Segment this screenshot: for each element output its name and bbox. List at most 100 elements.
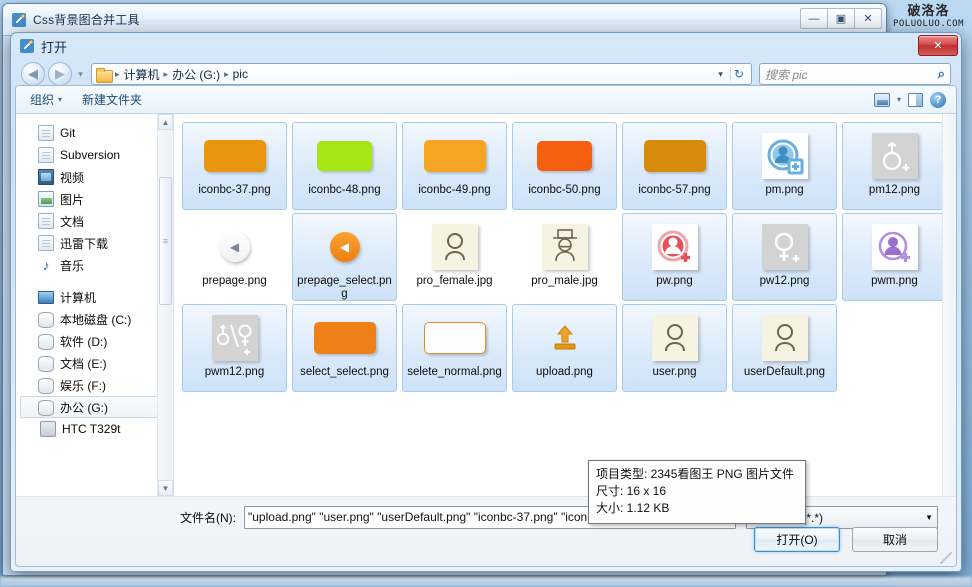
background-window-title: Css背景图合并工具: [33, 13, 140, 27]
file-tile[interactable]: pwm12.png: [182, 304, 287, 392]
file-tile[interactable]: ◀ prepage.png: [182, 213, 287, 301]
tooltip-filesize-line: 大小: 1.12 KB: [596, 501, 670, 515]
open-button[interactable]: 打开(O): [754, 527, 840, 552]
back-button[interactable]: ◀: [21, 62, 45, 86]
nav-item-music[interactable]: ♪ 音乐: [16, 254, 173, 276]
person-add-red-icon: [651, 224, 698, 270]
breadcrumb-separator: ▸: [115, 68, 120, 79]
doc-icon: [38, 213, 54, 229]
nav-item-local-disk-c[interactable]: 本地磁盘 (C:): [16, 308, 173, 330]
navigation-pane: Git Subversion 视频 图片 文档 迅雷下载 ♪ 音乐 计算机 本地…: [16, 114, 174, 496]
file-tile[interactable]: pm12.png: [842, 122, 947, 210]
female-outline-icon: [431, 224, 478, 270]
file-label: iconbc-57.png: [638, 184, 711, 196]
file-tile[interactable]: iconbc-37.png: [182, 122, 287, 210]
nav-item-git[interactable]: Git: [16, 122, 173, 144]
file-thumbnail: ◀: [202, 220, 268, 274]
scroll-up-arrow-icon[interactable]: ▲: [158, 114, 173, 130]
file-label: prepage_select.png: [297, 275, 392, 300]
file-tile[interactable]: ◀ prepage_select.png: [292, 213, 397, 301]
file-tile[interactable]: pw12.png: [732, 213, 837, 301]
person-add-blue-icon: [761, 133, 808, 179]
nav-item-pictures[interactable]: 图片: [16, 188, 173, 210]
nav-item-label: 娱乐 (F:): [60, 378, 106, 393]
recent-pages-dropdown[interactable]: ▾: [75, 69, 86, 80]
file-thumbnail: [752, 129, 818, 183]
forward-button[interactable]: ▶: [48, 62, 72, 86]
file-label: selete_normal.png: [407, 366, 502, 378]
filename-row: 文件名(N): "upload.png" "user.png" "userDef…: [16, 505, 956, 529]
file-tile[interactable]: iconbc-50.png: [512, 122, 617, 210]
nav-item-subversion[interactable]: Subversion: [16, 144, 173, 166]
nav-item-drive-g[interactable]: 办公 (G:): [20, 396, 167, 418]
file-tile[interactable]: iconbc-57.png: [622, 122, 727, 210]
chevron-down-icon: ▾: [58, 95, 63, 104]
file-label: prepage.png: [202, 275, 267, 287]
nav-item-videos[interactable]: 视频: [16, 166, 173, 188]
chevron-down-icon[interactable]: ▾: [897, 95, 901, 104]
address-dropdown-icon[interactable]: ▾: [714, 69, 727, 80]
file-tile[interactable]: user.png: [622, 304, 727, 392]
red-close-button[interactable]: ✕: [918, 35, 958, 56]
file-tile[interactable]: userDefault.png: [732, 304, 837, 392]
nav-item-label: Git: [60, 126, 76, 140]
file-label: pro_male.jpg: [531, 275, 598, 287]
file-tile[interactable]: iconbc-48.png: [292, 122, 397, 210]
file-tile[interactable]: selete_normal.png: [402, 304, 507, 392]
system-drive-icon: [38, 312, 54, 328]
refresh-icon[interactable]: ↻: [729, 67, 747, 81]
file-tile[interactable]: upload.png: [512, 304, 617, 392]
app-pencil-icon: [12, 12, 26, 27]
music-icon: ♪: [42, 257, 50, 273]
file-label: iconbc-37.png: [198, 184, 271, 196]
scrollbar-thumb[interactable]: [159, 177, 172, 305]
resize-grip[interactable]: [940, 552, 952, 564]
file-tile[interactable]: pro_female.jpg: [402, 213, 507, 301]
scroll-down-arrow-icon[interactable]: ▼: [158, 480, 173, 496]
nav-item-label: 文档: [60, 214, 85, 229]
video-icon: [38, 169, 54, 185]
file-label: user.png: [652, 366, 697, 378]
breadcrumb-item-drive[interactable]: 办公 (G:): [172, 66, 220, 83]
breadcrumb-item-computer[interactable]: 计算机: [124, 66, 160, 83]
arrow-left-orange-icon: ◀: [329, 232, 360, 262]
nav-item-drive-e[interactable]: 文档 (E:): [16, 352, 173, 374]
file-tile[interactable]: pw.png: [622, 213, 727, 301]
new-folder-button[interactable]: 新建文件夹: [74, 88, 150, 111]
maximize-button[interactable]: ▣: [827, 8, 855, 29]
file-thumbnail: [312, 129, 378, 183]
navigation-pane-scrollbar[interactable]: ▲ ▼: [157, 114, 173, 496]
file-thumbnail: [202, 129, 268, 183]
file-thumbnail: [202, 311, 268, 365]
file-label: pwm.png: [871, 275, 918, 287]
file-tile[interactable]: iconbc-49.png: [402, 122, 507, 210]
nav-item-computer[interactable]: 计算机: [16, 286, 173, 308]
breadcrumb-item-pic[interactable]: pic: [233, 67, 248, 81]
person-add-purple-icon: [871, 224, 918, 270]
cancel-button[interactable]: 取消: [852, 527, 938, 552]
file-thumbnail: [862, 220, 928, 274]
file-label: iconbc-49.png: [418, 184, 491, 196]
change-view-icon[interactable]: [873, 92, 890, 107]
nav-item-htc-phone[interactable]: HTC T329t: [16, 418, 173, 440]
help-icon[interactable]: ?: [930, 91, 946, 108]
new-folder-label: 新建文件夹: [82, 93, 143, 107]
nav-item-thunder-download[interactable]: 迅雷下载: [16, 232, 173, 254]
file-tile[interactable]: pro_male.jpg: [512, 213, 617, 301]
file-list-scrollbar[interactable]: [942, 114, 956, 496]
file-tile[interactable]: pwm.png: [842, 213, 947, 301]
tooltip-type-line: 项目类型: 2345看图王 PNG 图片文件: [596, 467, 795, 481]
watermark-cn: 破洛洛: [907, 3, 950, 18]
organize-menu-button[interactable]: 组织 ▾: [22, 88, 70, 111]
file-tile[interactable]: pm.png: [732, 122, 837, 210]
nav-item-documents[interactable]: 文档: [16, 210, 173, 232]
navigation-bar: ◀ ▶ ▾ ▸ 计算机 ▸ 办公 (G:) ▸ pic ▾ ↻ 搜索 pic ⌕: [21, 61, 951, 87]
minimize-button[interactable]: —: [800, 8, 828, 29]
file-tile[interactable]: select_select.png: [292, 304, 397, 392]
search-box[interactable]: 搜索 pic ⌕: [759, 63, 951, 85]
close-button[interactable]: ✕: [854, 8, 882, 29]
nav-item-drive-f[interactable]: 娱乐 (F:): [16, 374, 173, 396]
preview-pane-icon[interactable]: [908, 92, 923, 107]
nav-item-drive-d[interactable]: 软件 (D:): [16, 330, 173, 352]
address-bar[interactable]: ▸ 计算机 ▸ 办公 (G:) ▸ pic ▾ ↻: [91, 63, 752, 85]
